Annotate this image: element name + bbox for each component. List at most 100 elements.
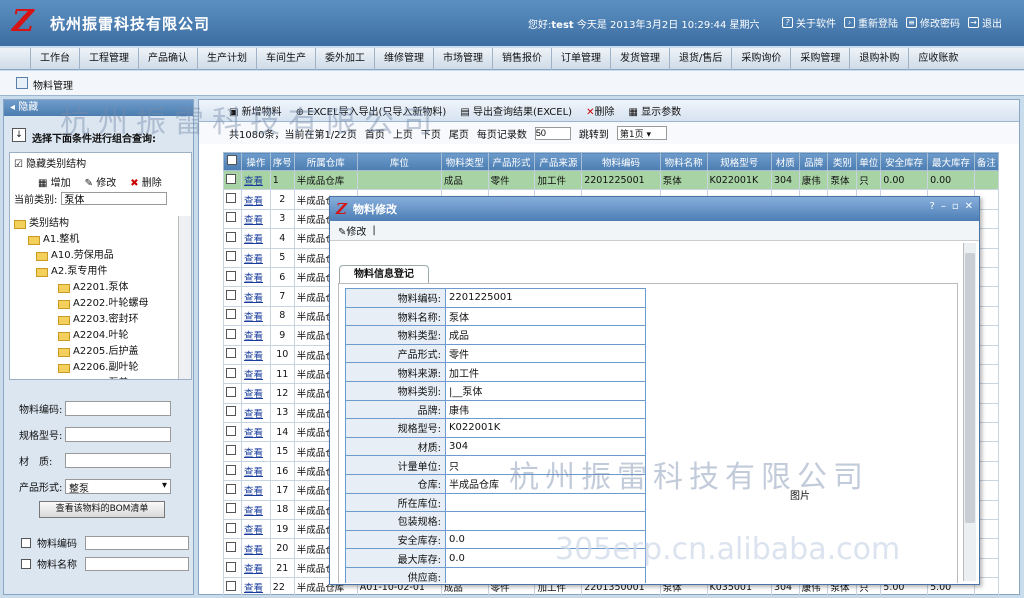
nav-item-7[interactable]: 市场管理: [433, 48, 492, 70]
nav-item-1[interactable]: 工程管理: [79, 48, 138, 70]
column-header[interactable]: 品牌: [798, 152, 829, 171]
check-filter-input[interactable]: [85, 556, 189, 571]
column-header[interactable]: 规格型号: [706, 152, 772, 171]
filter-input-2[interactable]: [65, 452, 171, 468]
show-params-button[interactable]: ▦ 显示参数: [628, 103, 681, 118]
change-password-link[interactable]: ≡ 修改密码: [906, 15, 960, 30]
excel-import-button[interactable]: ⊕ EXCEL导入导出(只导入新物料): [296, 103, 447, 118]
column-header[interactable]: 序号: [269, 152, 295, 171]
check-filter-input[interactable]: [85, 535, 189, 550]
product-form-select[interactable]: 整泵 ▾: [65, 478, 171, 495]
column-header[interactable]: 备注: [973, 152, 1000, 171]
jump-page-select[interactable]: 第1页 ▾: [616, 126, 667, 140]
export-button[interactable]: ▤ 导出查询结果(EXCEL): [460, 103, 572, 118]
new-material-button[interactable]: ▣ 新增物料: [229, 103, 282, 118]
row-checkbox[interactable]: [226, 483, 236, 494]
row-checkbox[interactable]: [226, 193, 236, 204]
row-checkbox[interactable]: [226, 386, 236, 397]
column-header[interactable]: 操作: [240, 152, 271, 171]
save-edit-button[interactable]: ✎修改: [338, 223, 366, 238]
column-header[interactable]: 物料名称: [659, 152, 708, 171]
page-size-input[interactable]: [534, 126, 571, 140]
row-checkbox[interactable]: [226, 367, 236, 378]
delete-category-button[interactable]: ✖ 删除: [130, 174, 162, 189]
tree-node[interactable]: A2202.叶轮螺母: [10, 296, 180, 312]
maximize-icon[interactable]: ▫: [952, 201, 959, 212]
last-page[interactable]: 尾页: [449, 126, 469, 141]
tree-scrollbar[interactable]: [178, 216, 191, 379]
row-checkbox[interactable]: [226, 251, 236, 262]
view-bom-button[interactable]: 查看该物料的BOM清单: [39, 501, 165, 518]
close-icon[interactable]: ✕: [965, 201, 973, 212]
row-checkbox[interactable]: [226, 522, 236, 533]
help-icon[interactable]: ?: [930, 201, 935, 212]
row-checkbox[interactable]: [226, 542, 236, 553]
nav-item-14[interactable]: 退购补购: [849, 48, 908, 70]
nav-item-15[interactable]: 应收账款: [908, 48, 967, 70]
nav-item-0[interactable]: 工作台: [30, 48, 79, 70]
column-header[interactable]: 材质: [770, 152, 800, 171]
nav-item-12[interactable]: 采购询价: [731, 48, 790, 70]
nav-item-5[interactable]: 委外加工: [315, 48, 374, 70]
filter-input-1[interactable]: [65, 426, 171, 442]
tree-node[interactable]: A1.整机: [10, 232, 180, 248]
current-category-input[interactable]: [61, 192, 168, 205]
filter-checkbox[interactable]: [21, 537, 31, 548]
row-checkbox[interactable]: [226, 406, 236, 417]
select-all-checkbox[interactable]: [223, 152, 242, 171]
row-checkbox[interactable]: [226, 270, 236, 281]
row-checkbox[interactable]: [226, 231, 236, 242]
tree-node[interactable]: A2205.后护盖: [10, 344, 180, 360]
nav-item-3[interactable]: 生产计划: [197, 48, 256, 70]
tree-node[interactable]: A2206.副叶轮: [10, 360, 180, 376]
tree-toggle[interactable]: ☑ 隐藏类别结构: [10, 153, 191, 172]
nav-item-11[interactable]: 退货/售后: [669, 48, 731, 70]
tree-node[interactable]: 类别结构: [10, 216, 180, 232]
logout-link[interactable]: → 退出: [968, 15, 1002, 30]
row-checkbox[interactable]: [226, 425, 236, 436]
table-row[interactable]: 查看 1 半成品仓库 成品 零件 加工件 2201225001 泵体 K022001K 304 康伟…: [223, 169, 1000, 191]
next-page[interactable]: 下页: [421, 126, 441, 141]
nav-item-9[interactable]: 订单管理: [551, 48, 610, 70]
row-checkbox[interactable]: [226, 464, 236, 475]
row-checkbox[interactable]: [226, 445, 236, 456]
nav-item-13[interactable]: 采购管理: [790, 48, 849, 70]
add-category-button[interactable]: ▦ 增加: [38, 174, 71, 189]
row-checkbox[interactable]: [226, 503, 236, 514]
column-header[interactable]: 库位: [356, 152, 442, 171]
tree-node[interactable]: A10.劳保用品: [10, 248, 180, 264]
tree-node[interactable]: A2203.密封环: [10, 312, 180, 328]
filter-checkbox[interactable]: [21, 558, 31, 569]
minimize-icon[interactable]: –: [941, 201, 946, 212]
column-header[interactable]: 产品形式: [487, 152, 536, 171]
prev-page[interactable]: 上页: [393, 126, 413, 141]
nav-item-2[interactable]: 产品确认: [138, 48, 197, 70]
first-page[interactable]: 首页: [365, 126, 385, 141]
column-header[interactable]: 物料编码: [581, 152, 661, 171]
left-panel-header[interactable]: ◂ 隐藏: [4, 100, 193, 116]
column-header[interactable]: 安全库存: [880, 152, 929, 171]
tree-node[interactable]: A2.泵专用件: [10, 264, 180, 280]
nav-item-10[interactable]: 发货管理: [610, 48, 669, 70]
row-checkbox[interactable]: [226, 212, 236, 223]
column-header[interactable]: 产品来源: [534, 152, 583, 171]
about-link[interactable]: ? 关于软件: [782, 15, 836, 30]
delete-button[interactable]: ✕删除: [586, 103, 614, 118]
filter-input-0[interactable]: [65, 400, 171, 416]
tree-node[interactable]: A2204.叶轮: [10, 328, 180, 344]
column-header[interactable]: 单位: [856, 152, 882, 171]
nav-item-4[interactable]: 车间生产: [256, 48, 315, 70]
nav-item-8[interactable]: 销售报价: [492, 48, 551, 70]
column-header[interactable]: 最大库存: [927, 152, 975, 171]
row-checkbox[interactable]: [226, 290, 236, 301]
row-checkbox[interactable]: [226, 580, 236, 591]
column-header[interactable]: 物料类型: [440, 152, 489, 171]
tab-material-info[interactable]: 物料信息登记: [339, 265, 429, 283]
edit-category-button[interactable]: ✎ 修改: [85, 174, 117, 189]
nav-item-6[interactable]: 维修管理: [374, 48, 433, 70]
row-checkbox[interactable]: [226, 173, 236, 184]
column-header[interactable]: 所属仓库: [293, 152, 358, 171]
row-checkbox[interactable]: [226, 561, 236, 572]
download-icon[interactable]: ↓: [12, 128, 26, 142]
tree-node[interactable]: A2207.泵盖: [10, 376, 180, 379]
